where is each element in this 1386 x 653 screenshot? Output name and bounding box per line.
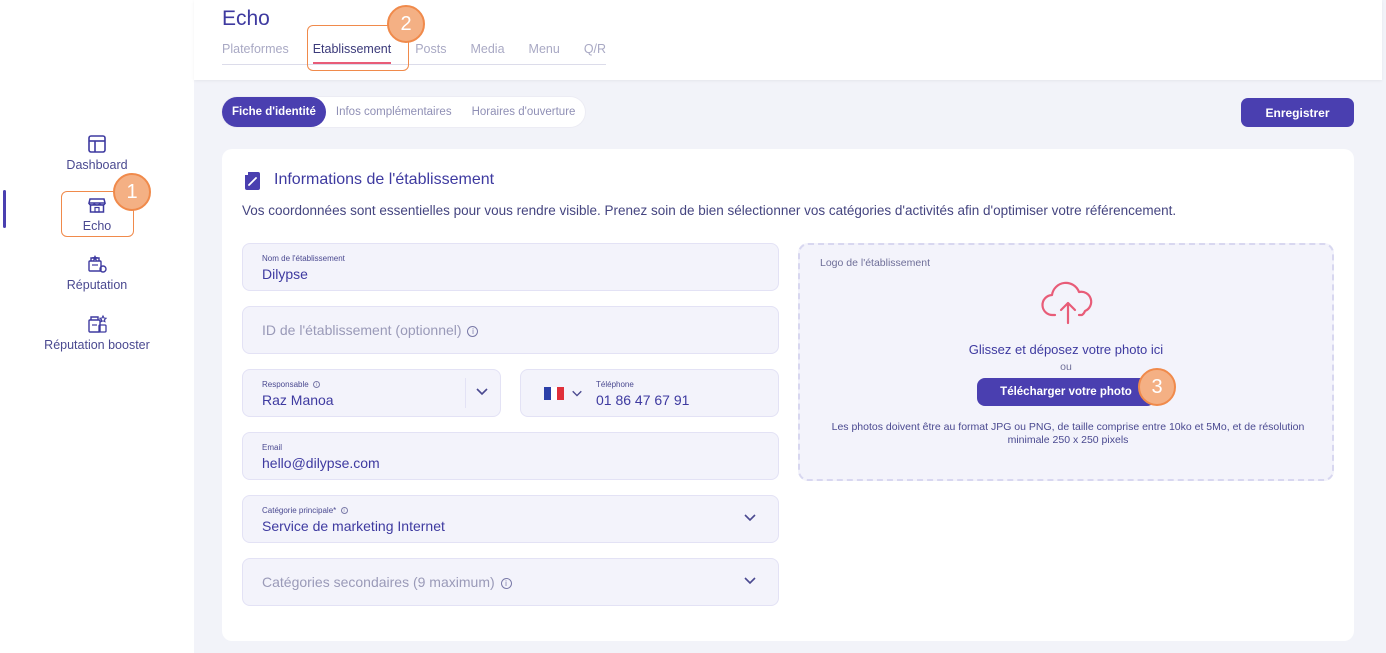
field-placeholder: ID de l'établissement (optionnel) i	[262, 322, 479, 338]
dashboard-icon	[86, 133, 108, 155]
sidebar-item-label: Réputation	[66, 278, 128, 292]
info-icon: i	[312, 381, 320, 388]
tab-media[interactable]: Media	[470, 42, 504, 64]
upload-or: ou	[1060, 361, 1072, 373]
subtab-infos-complementaires[interactable]: Infos complémentaires	[326, 97, 462, 127]
tab-menu[interactable]: Menu	[529, 42, 560, 64]
establishment-name-field[interactable]: Nom de l'établissement Dilypse	[242, 243, 779, 291]
annotation-badge-1: 1	[113, 173, 151, 211]
field-label: Email	[262, 443, 283, 452]
select-divider	[465, 378, 466, 408]
tab-qr[interactable]: Q/R	[584, 42, 606, 64]
chevron-down-icon	[743, 573, 757, 587]
reputation-booster-icon	[86, 313, 108, 335]
info-icon: i	[340, 507, 348, 514]
field-placeholder: Catégories secondaires (9 maximum) i	[262, 574, 512, 590]
main-category-select[interactable]: Catégorie principale* i Service de marke…	[242, 495, 779, 543]
annotation-badge-2: 2	[387, 5, 425, 43]
sidebar: Dashboard Echo Réputation Réputation boo…	[0, 0, 194, 653]
info-icon[interactable]: i	[500, 578, 512, 589]
field-label: Catégorie principale* i	[262, 506, 348, 515]
email-field[interactable]: Email hello@dilypse.com	[242, 432, 779, 480]
field-label: Responsable i	[262, 380, 320, 389]
sidebar-item-dashboard[interactable]: Dashboard	[0, 133, 194, 172]
info-icon[interactable]: i	[467, 326, 479, 337]
responsable-select[interactable]: Responsable i Raz Manoa	[242, 369, 501, 417]
subtab-horaires-ouverture[interactable]: Horaires d'ouverture	[462, 97, 586, 127]
subtab-fiche-identite[interactable]: Fiche d'identité	[222, 97, 326, 127]
subtabs: Fiche d'identité Infos complémentaires H…	[222, 97, 586, 127]
upload-photo-button[interactable]: Télécharger votre photo	[977, 378, 1155, 406]
upload-label: Logo de l'établissement	[820, 257, 930, 269]
secondary-categories-select[interactable]: Catégories secondaires (9 maximum) i	[242, 558, 779, 606]
sidebar-item-label: Dashboard	[66, 158, 128, 172]
page-header: Echo Plateformes Etablissement Posts Med…	[194, 0, 1382, 80]
sidebar-item-reputation[interactable]: Réputation	[0, 253, 194, 292]
field-value: Raz Manoa	[262, 392, 334, 408]
main-tabs: Plateformes Etablissement Posts Media Me…	[222, 42, 607, 65]
annotation-badge-3: 3	[1138, 368, 1176, 406]
chevron-down-icon	[743, 510, 757, 524]
logo-upload-dropzone[interactable]: Logo de l'établissement Glissez et dépos…	[798, 243, 1334, 481]
field-value: Dilypse	[262, 266, 308, 282]
field-value: Service de marketing Internet	[262, 518, 445, 534]
page-title: Echo	[222, 7, 270, 30]
establishment-info-card: Informations de l'établissement Vos coor…	[222, 149, 1354, 641]
upload-requirements-note: Les photos doivent être au format JPG ou…	[831, 421, 1305, 446]
card-description: Vos coordonnées sont essentielles pour v…	[242, 203, 1177, 218]
cloud-upload-icon	[1040, 281, 1096, 327]
field-label: Téléphone	[596, 380, 634, 389]
field-label: Nom de l'établissement	[262, 254, 345, 263]
france-flag-icon[interactable]	[544, 387, 565, 400]
save-button[interactable]: Enregistrer	[1241, 98, 1354, 127]
phone-field[interactable]: Téléphone 01 86 47 67 91	[520, 369, 779, 417]
card-title: Informations de l'établissement	[274, 171, 495, 188]
reputation-icon	[86, 253, 108, 275]
tab-plateformes[interactable]: Plateformes	[222, 42, 289, 64]
establishment-id-input[interactable]: ID de l'établissement (optionnel) i	[242, 306, 779, 354]
edit-document-icon	[244, 171, 262, 191]
chevron-down-icon[interactable]	[571, 386, 585, 400]
sidebar-item-label: Réputation booster	[44, 338, 150, 352]
chevron-down-icon	[475, 384, 489, 398]
sidebar-item-reputation-booster[interactable]: Réputation booster	[0, 313, 194, 352]
field-value: hello@dilypse.com	[262, 455, 380, 471]
upload-hint: Glissez et déposez votre photo ici	[968, 342, 1164, 357]
field-value: 01 86 47 67 91	[596, 392, 690, 408]
tab-posts[interactable]: Posts	[415, 42, 446, 64]
